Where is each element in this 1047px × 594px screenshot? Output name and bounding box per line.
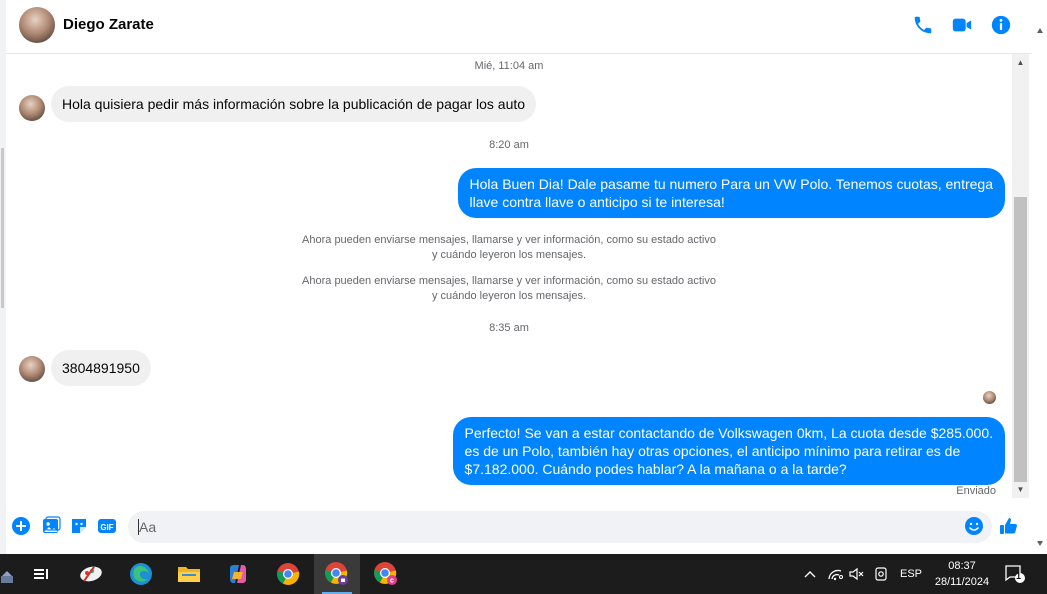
file-explorer-icon [178, 567, 200, 582]
notifications-button[interactable]: 1 [1002, 554, 1028, 594]
scroll-thumb[interactable] [1014, 197, 1027, 482]
notification-count: 1 [1016, 571, 1022, 581]
video-icon[interactable] [951, 14, 973, 36]
notice-line: Ahora pueden enviarse mensajes, llamarse… [302, 234, 716, 246]
task-view-icon [34, 569, 48, 579]
gif-icon[interactable]: GIF [97, 516, 117, 536]
tray-overflow-chevron-icon[interactable] [800, 554, 820, 594]
system-notice: Ahora pueden enviarse mensajes, llamarse… [6, 274, 1012, 304]
taskbar-app-copilot[interactable] [215, 554, 261, 594]
info-icon[interactable] [990, 14, 1012, 36]
like-icon[interactable] [999, 516, 1019, 536]
scroll-down-arrow-icon[interactable]: ▼ [1012, 481, 1029, 498]
clock-time: 08:37 [948, 560, 976, 572]
message-line: Perfecto! Se van a estar contactando de … [464, 425, 993, 441]
chrome-profile-c-icon: c [374, 562, 397, 585]
timestamp: Mié, 11:04 am [474, 60, 544, 72]
chrome-icon [277, 563, 300, 585]
copilot-icon [230, 565, 246, 583]
gif-label: GIF [100, 523, 113, 532]
wifi-icon[interactable] [824, 554, 846, 594]
taskbar-app-files[interactable] [166, 554, 212, 594]
taskbar-app-drawing[interactable] [68, 554, 114, 594]
volume-muted-icon[interactable] [846, 554, 868, 594]
incoming-message[interactable]: 3804891950 [51, 350, 151, 386]
message-composer: GIF Aa [6, 504, 1032, 554]
contact-name[interactable]: Diego Zarate [63, 16, 154, 33]
taskbar-app-chrome[interactable] [265, 554, 311, 594]
notice-line: y cuándo leyeron los mensajes. [431, 290, 587, 302]
timestamp: 8:35 am [489, 322, 529, 334]
task-view-button[interactable] [18, 554, 64, 594]
message-avatar[interactable] [19, 356, 45, 382]
chat-scrollbar[interactable]: ▲ ▼ [1012, 54, 1029, 498]
outer-scroll-up-icon[interactable] [1037, 26, 1043, 36]
system-notice: Ahora pueden enviarse mensajes, llamarse… [6, 233, 1012, 263]
sticker-icon[interactable] [69, 516, 89, 536]
message-line: llave contra llave o anticipo si te inte… [469, 194, 725, 210]
taskbar-app-chrome-profile-active[interactable] [314, 554, 360, 594]
photo-icon[interactable] [41, 516, 61, 536]
drawing-app-icon [80, 566, 102, 582]
timestamp: 8:20 am [489, 139, 529, 151]
language-indicator[interactable]: ESP [896, 554, 926, 594]
outer-scroll-down-icon[interactable] [1037, 538, 1043, 548]
camera-status-icon[interactable] [870, 554, 892, 594]
message-line: es de un Polo, también hay otras opcione… [464, 443, 961, 459]
left-scroll-thumb[interactable] [1, 148, 4, 308]
message-avatar[interactable] [19, 95, 45, 121]
outer-scrollbar [1032, 0, 1047, 554]
notice-line: Ahora pueden enviarse mensajes, llamarse… [302, 275, 716, 287]
scroll-up-arrow-icon[interactable]: ▲ [1012, 54, 1029, 71]
windows-taskbar: c ESP 08:37 28/11/2024 1 [0, 554, 1047, 594]
svg-text:c: c [390, 578, 394, 585]
message-line: Hola Buen Dia! Dale pasame tu numero Par… [469, 176, 993, 192]
chrome-profile-icon [325, 562, 348, 585]
system-clock[interactable]: 08:37 28/11/2024 [928, 558, 996, 590]
clock-date: 28/11/2024 [934, 576, 990, 588]
plus-icon[interactable] [11, 516, 31, 536]
taskbar-app-chrome-profile-c[interactable]: c [363, 554, 409, 594]
outgoing-message[interactable]: Hola Buen Dia! Dale pasame tu numero Par… [457, 168, 1005, 218]
incoming-message[interactable]: Hola quisiera pedir más información sobr… [51, 86, 537, 122]
contact-avatar[interactable] [19, 7, 55, 43]
outgoing-message[interactable]: Perfecto! Se van a estar contactando de … [452, 417, 1005, 485]
messenger-window: Diego Zarate Mié, 11:04 am Hola quisiera… [0, 0, 1047, 594]
message-line: $7.182.000. Cuándo podes hablar? A la ma… [464, 461, 847, 477]
desktop-widget-icon[interactable] [0, 568, 14, 584]
edge-browser-icon [130, 563, 152, 585]
phone-icon[interactable] [912, 14, 934, 36]
taskbar-app-edge[interactable] [118, 554, 164, 594]
message-input[interactable]: Aa [128, 511, 992, 543]
seen-indicator-avatar [983, 391, 996, 404]
chat-header: Diego Zarate [6, 0, 1032, 54]
notice-line: y cuándo leyeron los mensajes. [431, 249, 587, 261]
notification-icon [1005, 565, 1025, 583]
emoji-icon[interactable] [964, 516, 984, 536]
delivery-status: Enviado [956, 485, 996, 497]
message-input-placeholder: Aa [139, 519, 157, 535]
